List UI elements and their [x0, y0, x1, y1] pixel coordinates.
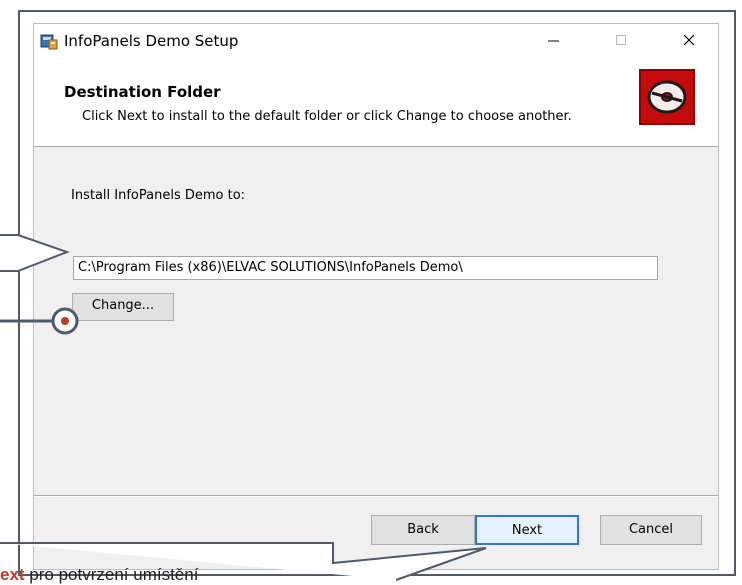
- minimize-icon: [548, 40, 559, 42]
- instruction-rest: pro potvrzení umístění: [24, 565, 199, 584]
- change-button[interactable]: Change...: [72, 293, 174, 321]
- back-button[interactable]: Back: [371, 515, 475, 545]
- cancel-button[interactable]: Cancel: [600, 515, 702, 545]
- maximize-icon: [616, 35, 626, 45]
- disc-icon: [639, 69, 695, 125]
- page-title: Destination Folder: [64, 83, 221, 101]
- window-title: InfoPanels Demo Setup: [64, 32, 239, 50]
- page-subtitle: Click Next to install to the default fol…: [82, 109, 572, 124]
- instruction-highlight: ext: [0, 565, 25, 584]
- footer-divider: [34, 495, 718, 497]
- title-bar: InfoPanels Demo Setup: [34, 24, 718, 56]
- maximize-button: [598, 24, 644, 56]
- next-button[interactable]: Next: [475, 515, 579, 545]
- close-button[interactable]: [666, 24, 712, 56]
- setup-dialog: InfoPanels Demo Setup Destination Folder…: [34, 24, 718, 569]
- close-icon: [683, 34, 695, 46]
- install-path-field[interactable]: C:\Program Files (x86)\ELVAC SOLUTIONS\I…: [73, 256, 658, 280]
- install-location-label: Install InfoPanels Demo to:: [71, 188, 246, 203]
- instruction-caption: ext pro potvrzení umístění: [0, 565, 198, 585]
- minimize-button[interactable]: [530, 24, 576, 56]
- wizard-header: Destination Folder Click Next to install…: [34, 56, 718, 147]
- installer-icon: [40, 34, 58, 50]
